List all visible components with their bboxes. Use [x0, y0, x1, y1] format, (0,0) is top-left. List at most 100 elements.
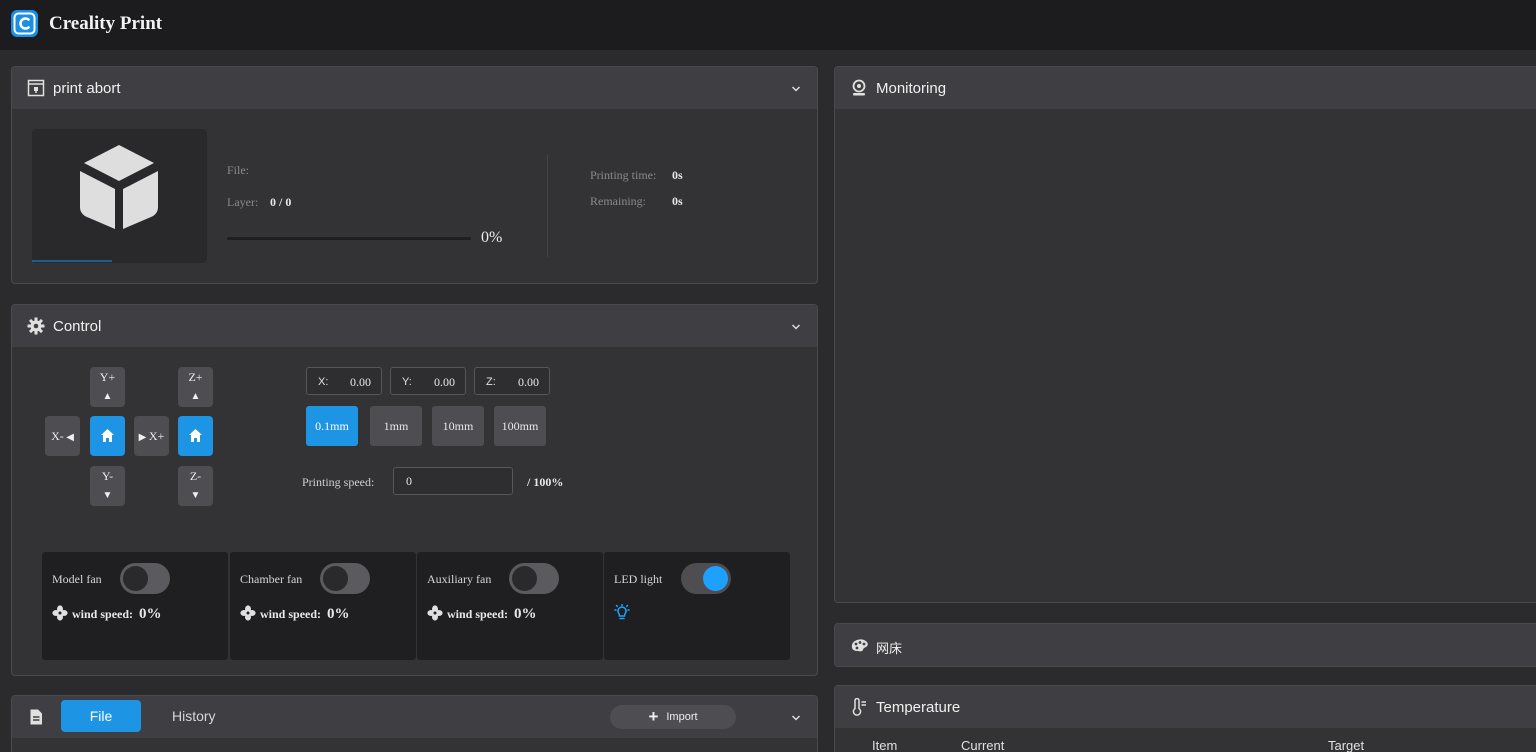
column-header-current: Current: [961, 738, 1005, 752]
control-title: Control: [53, 318, 102, 335]
printing-speed-input[interactable]: 0: [393, 467, 513, 495]
arrow-right-icon: ▶: [138, 432, 149, 443]
step-10mm-button[interactable]: 10mm: [432, 406, 484, 446]
gear-icon: [27, 317, 45, 335]
top-bar: Creality Print: [0, 0, 1536, 50]
led-light-toggle[interactable]: [681, 563, 731, 594]
lightbulb-icon: [614, 604, 630, 620]
fan-controls: Model fan wind speed: 0% Chamber fan wind…: [42, 552, 791, 660]
monitoring-header[interactable]: Monitoring: [835, 67, 1536, 109]
print-status-header[interactable]: print abort: [12, 67, 817, 109]
z-minus-label: Z-: [189, 469, 202, 483]
remaining-label: Remaining:: [590, 194, 646, 208]
tab-file[interactable]: File: [61, 700, 141, 732]
monitoring-title: Monitoring: [876, 80, 947, 97]
z-coordinate-field: Z: 0.00: [474, 367, 550, 395]
led-light-label: LED light: [614, 572, 663, 586]
z-coordinate-value: 0.00: [518, 375, 539, 389]
x-plus-label: X+: [148, 429, 165, 443]
remaining-value: 0s: [672, 194, 683, 208]
chamber-fan-toggle[interactable]: [320, 563, 370, 594]
fan-icon: [240, 605, 256, 621]
chamber-fan-label: Chamber fan: [240, 572, 303, 586]
x-coordinate-label: X:: [318, 376, 329, 388]
wind-speed-label: wind speed:: [260, 607, 322, 621]
y-plus-label: Y+: [99, 370, 116, 384]
home-z-button[interactable]: [178, 416, 213, 456]
control-panel: Control Y+ ▲ Z+ ▲ X- ◀ ▶ X+ Y- ▼ Z- ▼ X:…: [11, 304, 818, 676]
temperature-panel: Temperature Item Current Target: [834, 685, 1536, 752]
print-progress-bar: [227, 237, 471, 240]
toggle-knob: [703, 566, 728, 591]
printing-time-value: 0s: [672, 168, 683, 182]
arrow-down-icon: ▼: [190, 490, 201, 501]
x-coordinate-value: 0.00: [350, 375, 371, 389]
auxiliary-fan-wind-speed: wind speed: 0%: [427, 605, 537, 623]
home-icon: [101, 429, 114, 442]
y-minus-button[interactable]: Y- ▼: [90, 466, 125, 506]
home-icon: [189, 429, 202, 442]
tab-history[interactable]: History: [172, 708, 216, 724]
wind-speed-value: 0%: [514, 606, 537, 622]
printing-speed-label: Printing speed:: [302, 475, 375, 489]
document-icon: [30, 709, 42, 725]
file-panel-header: File History + Import: [12, 696, 817, 738]
mesh-bed-panel: 网床: [834, 623, 1536, 667]
mesh-bed-header[interactable]: 网床: [835, 624, 1536, 666]
x-coordinate-field: X: 0.00: [306, 367, 382, 395]
y-coordinate-value: 0.00: [434, 375, 455, 389]
y-plus-button[interactable]: Y+ ▲: [90, 367, 125, 407]
wind-speed-value: 0%: [139, 606, 162, 622]
print-status-title: print abort: [53, 80, 121, 97]
thumbnail-progress-line: [32, 260, 112, 262]
auxiliary-fan-toggle[interactable]: [509, 563, 559, 594]
y-coordinate-field: Y: 0.00: [390, 367, 466, 395]
chevron-down-icon[interactable]: [791, 84, 801, 94]
model-thumbnail: [32, 129, 207, 263]
creality-logo-icon: [11, 10, 38, 37]
arrow-up-icon: ▲: [102, 391, 113, 402]
home-xy-button[interactable]: [90, 416, 125, 456]
temperature-header[interactable]: Temperature: [835, 686, 1536, 728]
control-header[interactable]: Control: [12, 305, 817, 347]
chevron-down-icon[interactable]: [791, 322, 801, 332]
mesh-bed-title: 网床: [876, 642, 903, 657]
layer-label: Layer:: [227, 195, 259, 209]
temperature-title: Temperature: [876, 699, 961, 716]
arrow-down-icon: ▼: [102, 490, 113, 501]
z-plus-button[interactable]: Z+ ▲: [178, 367, 213, 407]
arrow-left-icon: ◀: [63, 432, 74, 443]
cube-icon: [80, 145, 158, 229]
file-panel: File History + Import: [11, 695, 818, 752]
printing-time-label: Printing time:: [590, 168, 657, 182]
step-1mm-button[interactable]: 1mm: [370, 406, 422, 446]
step-0.1mm-button[interactable]: 0.1mm: [306, 406, 358, 446]
print-progress-percent: 0%: [481, 229, 503, 246]
z-coordinate-label: Z:: [486, 376, 496, 388]
import-label: Import: [666, 711, 698, 723]
printer-icon: [27, 79, 45, 97]
wind-speed-value: 0%: [327, 606, 350, 622]
thermometer-icon: [852, 698, 866, 716]
chamber-fan-wind-speed: wind speed: 0%: [240, 605, 350, 623]
model-fan-label: Model fan: [52, 572, 102, 586]
toggle-knob: [512, 566, 537, 591]
model-fan-toggle[interactable]: [120, 563, 170, 594]
print-divider: [547, 155, 548, 257]
import-button[interactable]: + Import: [610, 705, 736, 729]
led-light-card: LED light: [604, 552, 790, 660]
y-coordinate-label: Y:: [402, 376, 412, 388]
auxiliary-fan-label: Auxiliary fan: [427, 572, 492, 586]
app-title: Creality Print: [49, 13, 163, 34]
column-header-item: Item: [872, 738, 898, 752]
chamber-fan-card: Chamber fan wind speed: 0%: [230, 552, 416, 660]
chevron-down-icon[interactable]: [791, 713, 801, 723]
step-100mm-button[interactable]: 100mm: [494, 406, 546, 446]
mesh-bed-icon: [851, 639, 868, 652]
x-plus-button[interactable]: ▶ X+: [134, 416, 169, 456]
arrow-up-icon: ▲: [190, 391, 201, 402]
printing-speed-max: / 100%: [527, 475, 564, 489]
webcam-icon: [852, 79, 866, 96]
z-minus-button[interactable]: Z- ▼: [178, 466, 213, 506]
x-minus-button[interactable]: X- ◀: [45, 416, 80, 456]
